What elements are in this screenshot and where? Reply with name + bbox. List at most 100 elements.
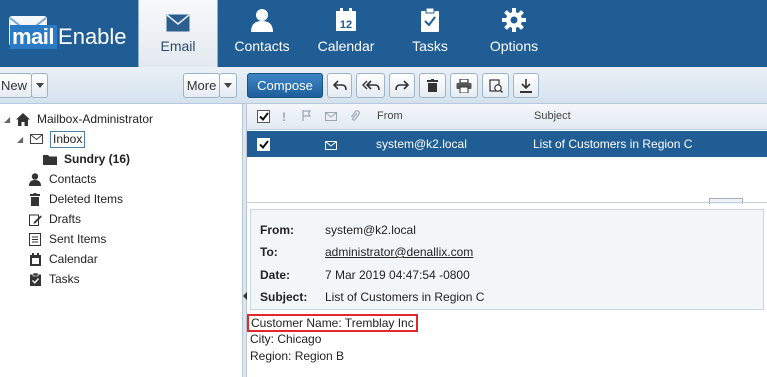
tree-item-drafts[interactable]: Drafts xyxy=(28,209,81,229)
delete-button[interactable] xyxy=(419,73,446,98)
body-city: City: Chicago xyxy=(250,332,322,346)
print-button[interactable] xyxy=(450,73,478,98)
contacts-icon xyxy=(251,9,273,32)
chevron-down-icon xyxy=(35,83,44,88)
reply-all-button[interactable] xyxy=(356,73,385,98)
logo-mail-text: mail xyxy=(10,25,58,49)
new-button-label: New xyxy=(0,78,27,93)
svg-text:12: 12 xyxy=(340,19,352,31)
reply-icon xyxy=(332,79,347,90)
priority-icon[interactable]: ! xyxy=(282,110,286,124)
reply-all-icon xyxy=(361,79,380,90)
nav-tasks[interactable]: Tasks xyxy=(404,0,456,67)
tree-item-tasks[interactable]: Tasks xyxy=(28,269,80,289)
new-dropdown-button[interactable] xyxy=(31,73,48,98)
nav-email-label: Email xyxy=(160,38,196,54)
tree-contacts-label: Contacts xyxy=(49,172,97,186)
folder-icon xyxy=(43,152,57,166)
tree-deleted-label: Deleted Items xyxy=(49,192,124,206)
tree-item-calendar[interactable]: Calendar xyxy=(28,249,98,269)
folder-tree: ◢ Mailbox-Administrator ◢ Inbox Sundry (… xyxy=(0,104,243,377)
tree-item-sent[interactable]: Sent Items xyxy=(28,229,106,249)
logo-enable-text: Enable xyxy=(58,24,127,49)
forward-icon xyxy=(395,79,409,90)
nav-email[interactable]: Email xyxy=(138,0,218,67)
message-subject: List of Customers in Region C xyxy=(533,137,693,151)
checkmark-icon xyxy=(258,140,269,149)
message-list: ! From Subject system@k2.local List of C… xyxy=(247,104,767,204)
nav-options-label: Options xyxy=(489,38,539,54)
tree-drafts-label: Drafts xyxy=(49,212,82,226)
tree-root-label: Mailbox-Administrator xyxy=(37,112,154,126)
attachment-icon[interactable] xyxy=(350,110,360,125)
nav-contacts-label: Contacts xyxy=(234,38,290,54)
tree-calendar-label: Calendar xyxy=(49,252,98,266)
select-all-checkbox[interactable] xyxy=(257,110,270,123)
tree-sent-label: Sent Items xyxy=(49,232,107,246)
tasks-icon xyxy=(28,272,42,286)
tree-inbox-label: Inbox xyxy=(50,130,86,148)
body-region: Region: Region B xyxy=(250,349,345,363)
message-from: system@k2.local xyxy=(376,137,467,151)
subject-value: List of Customers in Region C xyxy=(325,290,485,304)
move-icon xyxy=(488,78,503,93)
nav-contacts[interactable]: Contacts xyxy=(228,0,296,67)
tree-item-inbox[interactable]: ◢ Inbox xyxy=(17,129,86,149)
compose-button-label: Compose xyxy=(257,78,313,93)
delete-icon xyxy=(427,79,438,92)
chevron-down-icon xyxy=(224,83,232,88)
reply-button[interactable] xyxy=(327,73,352,98)
move-button[interactable] xyxy=(482,73,509,98)
more-button[interactable]: More xyxy=(183,73,220,98)
nav-calendar[interactable]: 12 Calendar xyxy=(314,0,378,67)
inbox-envelope-icon xyxy=(29,132,43,146)
home-icon xyxy=(16,112,30,126)
forward-button[interactable] xyxy=(389,73,415,98)
nav-tasks-label: Tasks xyxy=(412,38,448,54)
column-from-header[interactable]: From xyxy=(377,110,403,122)
reading-pane: From: system@k2.local To: administrator@… xyxy=(247,204,767,377)
message-row[interactable]: system@k2.local List of Customers in Reg… xyxy=(247,131,767,157)
subject-label: Subject: xyxy=(260,290,308,304)
to-value-link[interactable]: administrator@denallix.com xyxy=(325,245,473,259)
sent-items-icon xyxy=(28,232,42,246)
message-header-box: From: system@k2.local To: administrator@… xyxy=(250,209,764,310)
tasks-icon xyxy=(421,8,439,32)
from-value: system@k2.local xyxy=(325,223,416,237)
print-icon xyxy=(456,78,472,93)
flag-icon[interactable] xyxy=(302,110,312,124)
new-button[interactable]: New xyxy=(0,73,32,98)
compose-button[interactable]: Compose xyxy=(247,73,323,98)
body-customer-name-highlighted: Customer Name: Tremblay Inc xyxy=(247,314,418,332)
tree-tasks-label: Tasks xyxy=(49,272,80,286)
tree-sundry-label: Sundry (16) xyxy=(64,152,131,166)
more-button-label: More xyxy=(186,78,217,93)
top-navigation-bar: mail Enable Email Contacts 12 Calendar T… xyxy=(0,0,767,67)
collapse-icon[interactable]: ◢ xyxy=(4,115,12,124)
options-gear-icon xyxy=(502,8,526,32)
tree-item-contacts[interactable]: Contacts xyxy=(28,169,96,189)
toolbar: New More Compose xyxy=(0,67,767,104)
mailenable-logo: mail Enable xyxy=(8,13,127,49)
message-row-checkbox[interactable] xyxy=(257,138,270,151)
message-list-header: ! From Subject xyxy=(247,104,767,130)
email-icon xyxy=(166,14,190,32)
trash-icon xyxy=(28,192,42,206)
list-divider xyxy=(247,202,767,203)
tree-item-deleted[interactable]: Deleted Items xyxy=(28,189,123,209)
date-label: Date: xyxy=(260,268,291,282)
collapse-icon[interactable]: ◢ xyxy=(17,135,25,144)
download-icon xyxy=(520,78,532,93)
drafts-pencil-icon xyxy=(28,212,42,226)
contacts-icon xyxy=(28,172,42,186)
nav-options[interactable]: Options xyxy=(484,0,544,67)
more-dropdown-button[interactable] xyxy=(219,73,237,98)
read-status-icon[interactable] xyxy=(325,110,337,124)
calendar-icon xyxy=(28,252,42,266)
checkmark-icon xyxy=(258,112,269,121)
column-subject-header[interactable]: Subject xyxy=(534,110,571,122)
download-button[interactable] xyxy=(513,73,539,98)
tree-item-sundry[interactable]: Sundry (16) xyxy=(43,149,130,169)
tree-root-mailbox[interactable]: ◢ Mailbox-Administrator xyxy=(4,109,153,129)
nav-calendar-label: Calendar xyxy=(317,38,375,54)
